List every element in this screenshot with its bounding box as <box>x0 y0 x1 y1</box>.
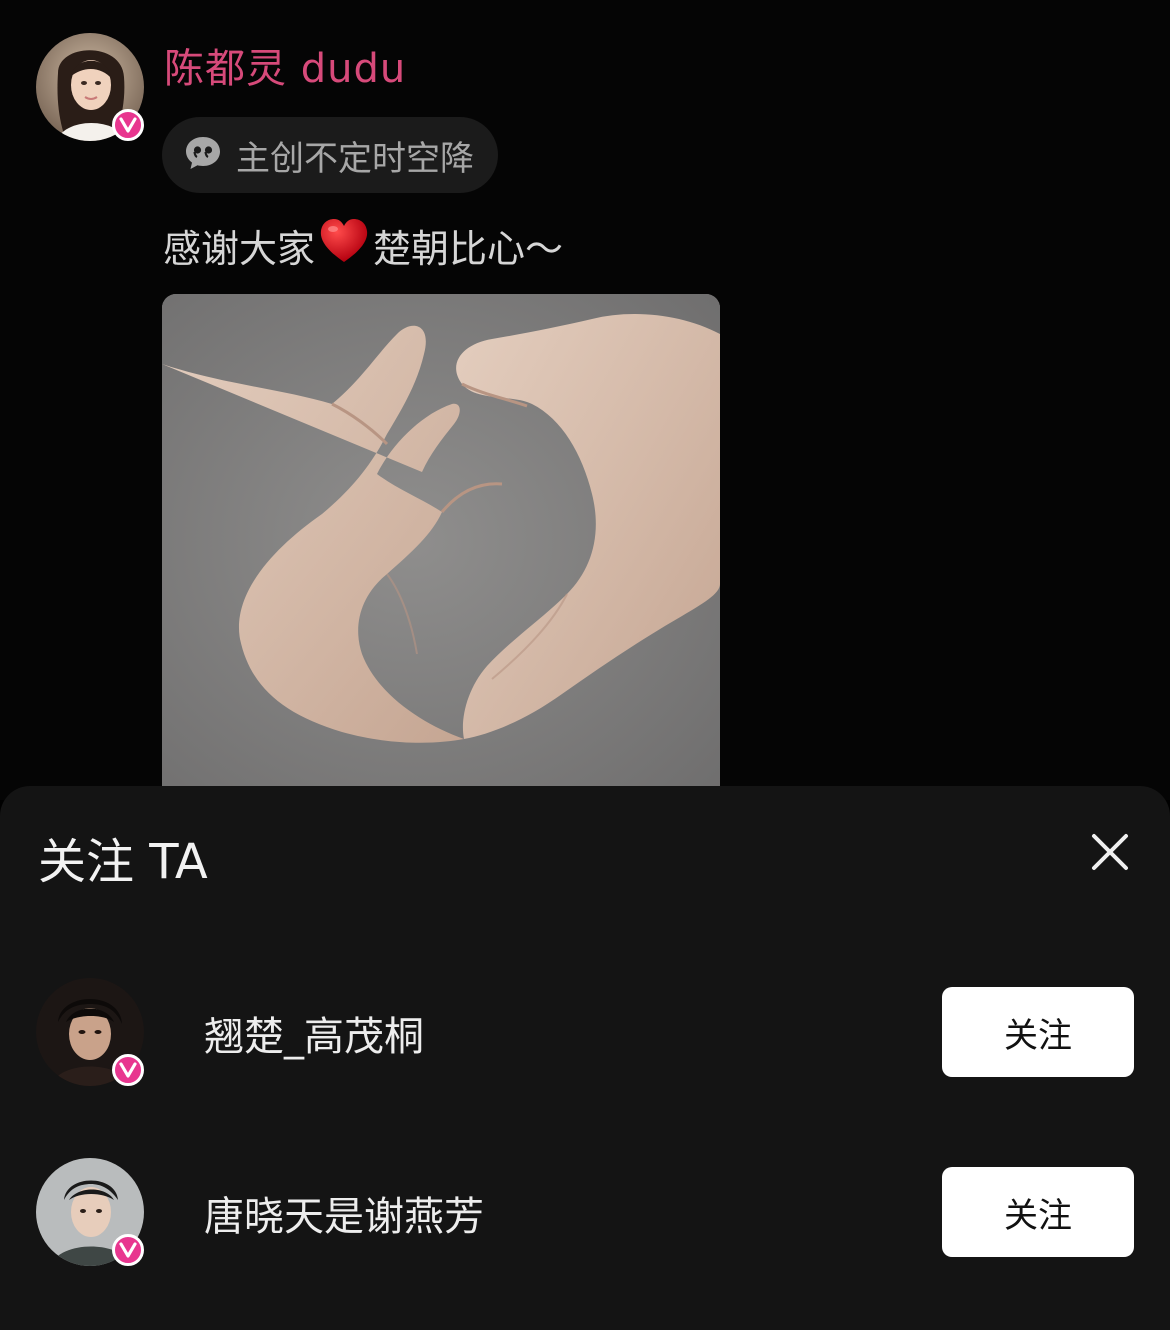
user-row: 翘楚_高茂桐 关注 <box>0 978 1170 1088</box>
verified-badge-icon <box>112 1054 144 1086</box>
author-avatar[interactable] <box>36 33 144 141</box>
user-name[interactable]: 唐晓天是谢燕芳 <box>204 1184 484 1242</box>
user-row: 唐晓天是谢燕芳 关注 <box>0 1158 1170 1268</box>
user-avatar[interactable] <box>36 978 144 1086</box>
sheet-title: 关注 TA <box>38 834 208 890</box>
user-avatar[interactable] <box>36 1158 144 1266</box>
verified-badge-icon <box>112 109 144 141</box>
post-caption: 感谢大家 楚朝比心～ <box>163 218 563 273</box>
post-caption-text-end: 楚朝比心～ <box>373 227 564 271</box>
follow-button[interactable]: 关注 <box>942 1167 1134 1257</box>
chat-bubble-icon <box>184 135 222 175</box>
follow-button[interactable]: 关注 <box>942 987 1134 1077</box>
post-feed: 陈都灵 dudu 主创不定时空降 感谢大家 楚朝比心～ <box>0 0 1170 800</box>
close-icon[interactable] <box>1088 830 1132 874</box>
user-name[interactable]: 翘楚_高茂桐 <box>204 1004 424 1062</box>
verified-badge-icon <box>112 1234 144 1266</box>
author-name[interactable]: 陈都灵 dudu <box>164 36 406 94</box>
group-chip-label: 主创不定时空降 <box>236 138 474 179</box>
group-chat-chip[interactable]: 主创不定时空降 <box>162 117 498 193</box>
post-caption-text: 感谢大家 <box>163 227 316 271</box>
post-image[interactable] <box>162 294 720 786</box>
follow-sheet: 关注 TA 翘楚_高茂桐 关注 唐晓天是谢燕芳 关注 <box>0 786 1170 1330</box>
heart-emoji <box>319 218 369 273</box>
